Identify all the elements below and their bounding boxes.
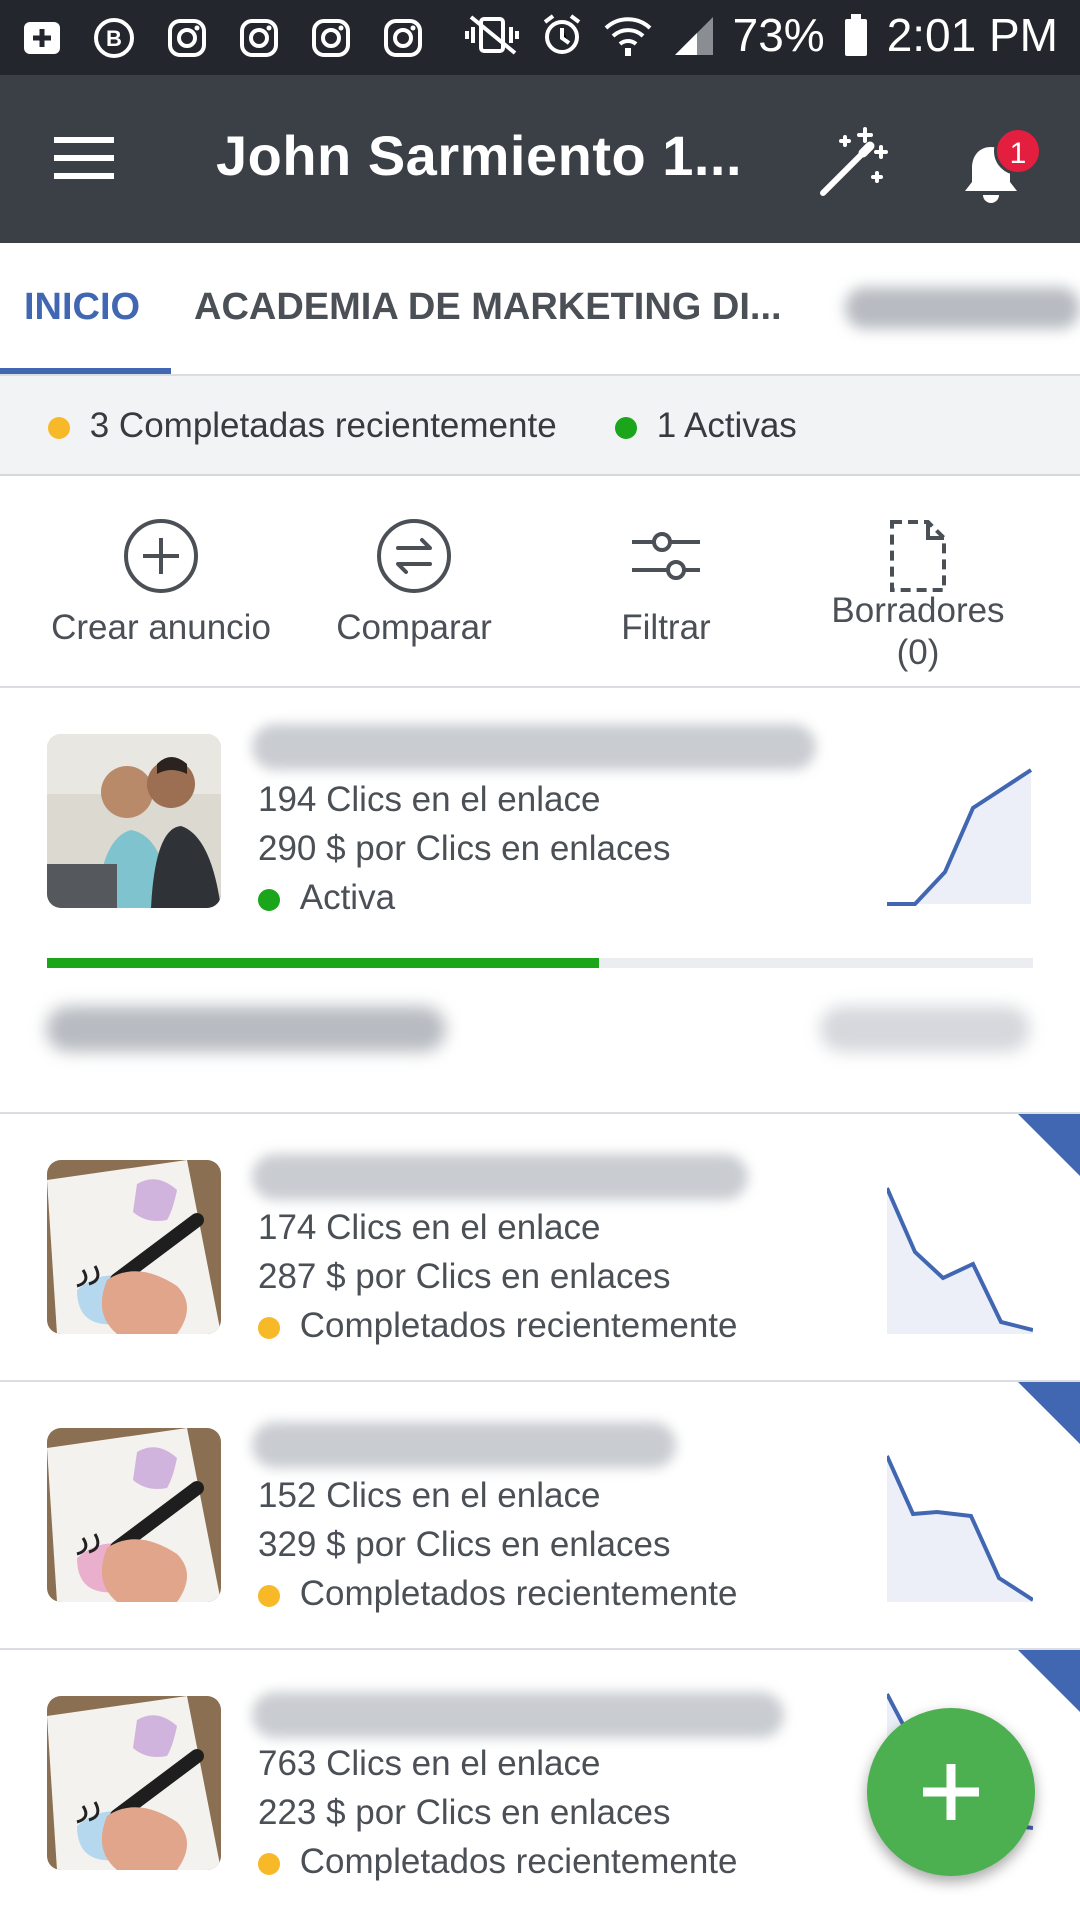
hand-lettering-photo bbox=[47, 1428, 221, 1602]
ad-status: Completados recientemente bbox=[258, 1306, 737, 1346]
summary-bar: 3 Completadas recientemente 1 Activas bbox=[0, 376, 1080, 476]
ad-card[interactable]: 194 Clics en el enlace 290 $ por Clics e… bbox=[0, 688, 1080, 1114]
completed-corner-marker bbox=[1018, 1382, 1080, 1444]
ad-clicks: 763 Clics en el enlace bbox=[258, 1744, 601, 1783]
ad-thumbnail-photo bbox=[47, 734, 221, 908]
app-bar: John Sarmiento 1... 1 bbox=[0, 75, 1080, 243]
filter-label: Filtrar bbox=[621, 608, 711, 647]
active-summary-label: 1 Activas bbox=[656, 406, 797, 445]
sliders-icon bbox=[632, 532, 700, 580]
ad-title-blurred bbox=[252, 1692, 784, 1738]
instagram-icon bbox=[312, 19, 350, 57]
ad-status: Activa bbox=[258, 878, 395, 918]
hand-lettering-photo bbox=[47, 1160, 221, 1334]
active-summary[interactable]: 1 Activas bbox=[615, 406, 797, 446]
instagram-icon bbox=[384, 19, 422, 57]
ad-status-label: Completados recientemente bbox=[299, 1306, 738, 1345]
people-photo bbox=[47, 734, 221, 908]
completed-summary[interactable]: 3 Completadas recientemente bbox=[48, 406, 557, 446]
ad-status: Completados recientemente bbox=[258, 1574, 737, 1614]
create-ad-button[interactable]: Crear anuncio bbox=[36, 518, 286, 648]
notifications-button[interactable]: 1 bbox=[958, 127, 1042, 207]
completed-summary-label: 3 Completadas recientemente bbox=[89, 406, 557, 445]
ad-status-label: Activa bbox=[299, 878, 396, 917]
ad-thumbnail-photo bbox=[47, 1696, 221, 1870]
svg-text:B: B bbox=[106, 26, 122, 51]
hand-lettering-photo bbox=[47, 1696, 221, 1870]
magic-wand-icon[interactable] bbox=[815, 125, 889, 199]
status-bar: B 73% 2:01 PM bbox=[0, 0, 1080, 75]
status-dot bbox=[258, 1584, 280, 1607]
ad-card[interactable]: 152 Clics en el enlace 329 $ por Clics e… bbox=[0, 1382, 1080, 1650]
battery-percent: 73% bbox=[732, 9, 825, 61]
ad-cost: 290 $ por Clics en enlaces bbox=[258, 829, 671, 868]
compare-label: Comparar bbox=[336, 608, 492, 647]
ad-cost: 223 $ por Clics en enlaces bbox=[258, 1793, 671, 1832]
instagram-icon bbox=[240, 19, 278, 57]
trend-sparkline bbox=[887, 1187, 1033, 1334]
notification-badge: 1 bbox=[994, 127, 1042, 175]
swap-arrows-icon bbox=[377, 519, 451, 593]
plus-icon bbox=[923, 1764, 979, 1820]
ad-cost: 329 $ por Clics en enlaces bbox=[258, 1525, 671, 1564]
completed-dot bbox=[48, 416, 70, 439]
ad-title-blurred bbox=[252, 1422, 676, 1468]
drafts-count: (0) bbox=[896, 633, 940, 672]
floating-add-button[interactable] bbox=[867, 1708, 1035, 1876]
status-dot bbox=[258, 888, 280, 911]
action-row: Crear anuncio Comparar Filtrar Borradore… bbox=[0, 476, 1080, 688]
tab-inicio[interactable]: INICIO bbox=[24, 286, 140, 329]
tab-blurred[interactable] bbox=[845, 287, 1080, 329]
completed-corner-marker bbox=[1018, 1114, 1080, 1176]
active-dot bbox=[615, 416, 637, 439]
ad-status: Completados recientemente bbox=[258, 1842, 737, 1882]
ad-title-blurred bbox=[252, 1154, 748, 1200]
clock: 2:01 PM bbox=[886, 9, 1058, 61]
status-dot bbox=[258, 1852, 280, 1875]
budget-progress-track bbox=[47, 958, 1033, 968]
ad-status-label: Completados recientemente bbox=[299, 1574, 738, 1613]
alarm-icon bbox=[543, 14, 580, 54]
budget-amount-blurred bbox=[820, 1006, 1030, 1052]
hamburger-menu-icon[interactable] bbox=[54, 135, 114, 181]
drafts-label: Borradores bbox=[831, 591, 1005, 630]
vibrate-mute-icon bbox=[464, 15, 519, 55]
compare-button[interactable]: Comparar bbox=[289, 518, 539, 648]
signal-icon bbox=[674, 17, 713, 55]
ad-cost: 287 $ por Clics en enlaces bbox=[258, 1257, 671, 1296]
ad-thumbnail-photo bbox=[47, 1428, 221, 1602]
ad-status-label: Completados recientemente bbox=[299, 1842, 738, 1881]
ad-clicks: 152 Clics en el enlace bbox=[258, 1476, 601, 1515]
plus-circle-icon bbox=[124, 519, 198, 593]
status-dot bbox=[258, 1316, 280, 1339]
trend-sparkline bbox=[887, 1455, 1033, 1602]
budget-progress-fill bbox=[47, 958, 600, 968]
trend-sparkline bbox=[887, 768, 1033, 906]
create-ad-label: Crear anuncio bbox=[51, 608, 271, 647]
ad-clicks: 174 Clics en el enlace bbox=[258, 1208, 601, 1247]
tab-academia[interactable]: ACADEMIA DE MARKETING DI... bbox=[194, 286, 782, 329]
ad-title-blurred bbox=[252, 724, 816, 770]
document-icon bbox=[890, 520, 946, 592]
b-app-icon: B bbox=[94, 18, 134, 58]
ad-card[interactable]: 174 Clics en el enlace 287 $ por Clics e… bbox=[0, 1114, 1080, 1382]
drafts-button[interactable]: Borradores (0) bbox=[793, 518, 1043, 674]
add-notification-icon bbox=[24, 22, 60, 54]
tab-bar: INICIO ACADEMIA DE MARKETING DI... bbox=[0, 243, 1080, 376]
instagram-icon bbox=[168, 19, 206, 57]
ad-thumbnail-photo bbox=[47, 1160, 221, 1334]
spent-amount-blurred bbox=[46, 1006, 446, 1052]
filter-button[interactable]: Filtrar bbox=[541, 518, 791, 648]
battery-icon bbox=[844, 14, 867, 56]
active-tab-indicator bbox=[0, 368, 171, 374]
page-title: John Sarmiento 1... bbox=[216, 124, 743, 187]
ad-clicks: 194 Clics en el enlace bbox=[258, 780, 601, 819]
wifi-icon bbox=[604, 17, 651, 56]
